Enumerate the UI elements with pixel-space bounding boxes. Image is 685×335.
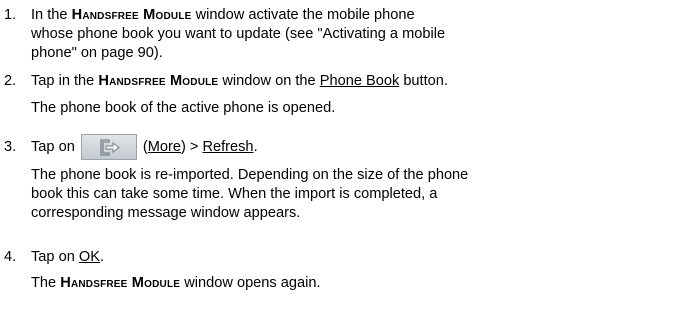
step-2-result: The phone book of the active phone is op… bbox=[31, 100, 336, 116]
text: Tap in the bbox=[31, 73, 99, 89]
module-name: Handsfree Module bbox=[98, 73, 219, 89]
text: . bbox=[99, 249, 105, 265]
step-line: In the Handsfree Module window activate … bbox=[31, 6, 671, 25]
phone-book-link[interactable]: Phone Book bbox=[320, 73, 400, 89]
module-name: Handsfree Module bbox=[71, 7, 192, 23]
refresh-link[interactable]: Refresh bbox=[202, 139, 253, 155]
more-icon bbox=[100, 139, 120, 156]
text: The bbox=[31, 275, 61, 291]
step-line: phone" on page 90). bbox=[31, 45, 163, 61]
step-text: In the Handsfree Module window activate … bbox=[31, 6, 671, 63]
step-4-result: The Handsfree Module window opens again. bbox=[31, 274, 671, 293]
instruction-page: 1. In the Handsfree Module window activa… bbox=[0, 0, 685, 335]
step-text: Tap on OK. bbox=[31, 248, 671, 267]
step-text: Tap on (More) > Refresh. bbox=[31, 134, 671, 161]
text: window opens again. bbox=[180, 275, 321, 291]
result-line: book this can take some time. When the i… bbox=[31, 186, 438, 202]
text: window on the bbox=[218, 73, 320, 89]
result-line: The phone book is re-imported. Depending… bbox=[31, 167, 469, 183]
step-number: 4. bbox=[4, 249, 17, 265]
result-line: corresponding message window appears. bbox=[31, 205, 301, 221]
step-3-result: The phone book is re-imported. Depending… bbox=[31, 166, 671, 223]
text: ) > bbox=[180, 139, 203, 155]
ok-link[interactable]: OK bbox=[79, 249, 100, 265]
text: In the bbox=[31, 7, 72, 23]
step-text: Tap in the Handsfree Module window on th… bbox=[31, 72, 671, 91]
text: window activate the mobile phone bbox=[191, 7, 415, 23]
module-name: Handsfree Module bbox=[60, 275, 181, 291]
more-button[interactable] bbox=[80, 134, 137, 161]
text: Tap on bbox=[31, 249, 79, 265]
step-line: whose phone book you want to update (see… bbox=[31, 26, 446, 42]
text: Tap on bbox=[31, 139, 75, 155]
step-number: 3. bbox=[4, 139, 17, 155]
more-link[interactable]: More bbox=[148, 139, 181, 155]
text: . bbox=[253, 139, 258, 155]
step-number: 1. bbox=[4, 7, 17, 23]
step-number: 2. bbox=[4, 73, 17, 89]
text: button. bbox=[399, 73, 448, 89]
